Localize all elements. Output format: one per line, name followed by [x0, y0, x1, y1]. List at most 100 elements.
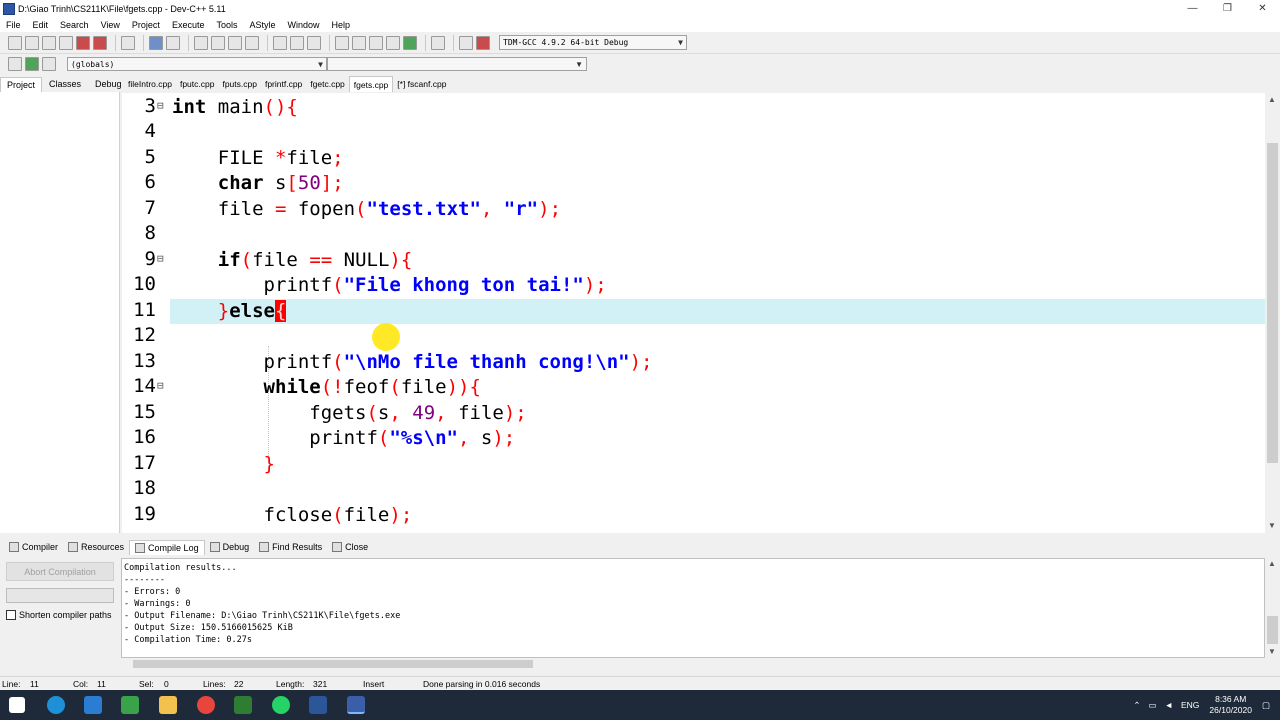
save-icon[interactable]: [42, 35, 56, 50]
file-tab[interactable]: fputs.cpp: [218, 76, 261, 92]
tab-debug-bottom[interactable]: Debug: [205, 540, 255, 554]
toggle-comment-icon[interactable]: [307, 35, 321, 50]
chevron-down-icon: ▼: [575, 60, 583, 69]
scroll-up-icon[interactable]: ▲: [1268, 95, 1276, 104]
stop-icon[interactable]: [431, 35, 445, 50]
tab-compile-log[interactable]: Compile Log: [129, 539, 205, 555]
menu-tools[interactable]: Tools: [210, 20, 243, 30]
tab-project[interactable]: Project: [0, 77, 43, 92]
file-tab[interactable]: fileIntro.cpp: [124, 76, 176, 92]
compile-log-output[interactable]: Compilation results... -------- - Errors: …: [121, 558, 1265, 658]
scroll-down-icon[interactable]: ▼: [1268, 521, 1276, 530]
editor-vertical-scrollbar[interactable]: ▲ ▼: [1265, 93, 1280, 533]
minimize-button[interactable]: —: [1175, 0, 1210, 17]
menu-window[interactable]: Window: [282, 20, 326, 30]
menu-file[interactable]: File: [0, 20, 27, 30]
file-tab[interactable]: fputc.cpp: [176, 76, 219, 92]
tab-find-results[interactable]: Find Results: [254, 540, 327, 554]
toggle-bookmark-icon[interactable]: [25, 57, 39, 71]
line-number: 3: [144, 95, 156, 117]
menu-search[interactable]: Search: [54, 20, 95, 30]
file-explorer-icon[interactable]: [159, 696, 177, 714]
compile-run-icon[interactable]: [369, 35, 383, 50]
scrollbar-thumb[interactable]: [1267, 616, 1278, 644]
chrome-icon[interactable]: [197, 696, 215, 714]
file-tab[interactable]: fprintf.cpp: [261, 76, 306, 92]
menu-edit[interactable]: Edit: [27, 20, 55, 30]
replace-icon[interactable]: [211, 35, 225, 50]
compile-icon[interactable]: [335, 35, 349, 50]
save-all-icon[interactable]: [59, 35, 73, 50]
tab-compiler[interactable]: Compiler: [4, 540, 63, 554]
shorten-paths-option[interactable]: Shorten compiler paths: [6, 610, 112, 620]
mail-icon[interactable]: [84, 696, 102, 714]
code-editor[interactable]: 3 4 5 6 7 8 9 10 11 12 13 14 15 16 17 18…: [122, 93, 1265, 533]
project-browser[interactable]: [0, 92, 120, 533]
network-icon[interactable]: ▭: [1149, 700, 1157, 711]
tab-debug[interactable]: Debug: [88, 76, 129, 92]
scrollbar-thumb[interactable]: [1267, 143, 1278, 463]
menu-project[interactable]: Project: [126, 20, 166, 30]
scope-select[interactable]: (globals) ▼: [67, 57, 327, 71]
log-line: --------: [124, 575, 165, 585]
goto-bookmark-icon[interactable]: [42, 57, 56, 71]
log-horizontal-scrollbar[interactable]: [121, 658, 1265, 670]
tab-resources[interactable]: Resources: [63, 540, 129, 554]
redo-icon[interactable]: [166, 35, 180, 50]
close-window-button[interactable]: ✕: [1245, 0, 1280, 17]
compiler-select[interactable]: TDM-GCC 4.9.2 64-bit Debug ▼: [499, 35, 687, 50]
close-file-icon[interactable]: [76, 35, 90, 50]
check-syntax-icon[interactable]: [403, 35, 417, 50]
log-vertical-scrollbar[interactable]: ▲ ▼: [1265, 558, 1280, 658]
file-tab-active[interactable]: fgets.cpp: [348, 76, 394, 92]
member-select[interactable]: ▼: [327, 57, 587, 71]
scrollbar-thumb[interactable]: [133, 660, 533, 668]
indent-icon[interactable]: [273, 35, 287, 50]
scroll-down-icon[interactable]: ▼: [1268, 647, 1276, 656]
edge-browser-icon[interactable]: [47, 696, 65, 714]
undo-icon[interactable]: [149, 35, 163, 50]
file-tab[interactable]: [*] fscanf.cpp: [393, 76, 450, 92]
chart-icon[interactable]: [459, 35, 473, 50]
shorten-paths-checkbox[interactable]: [6, 610, 16, 620]
unindent-icon[interactable]: [290, 35, 304, 50]
app-icon[interactable]: [121, 696, 139, 714]
volume-icon[interactable]: ◄: [1165, 700, 1173, 710]
print-icon[interactable]: [121, 35, 135, 50]
tab-label: Compile Log: [148, 542, 199, 553]
close-all-icon[interactable]: [93, 35, 107, 50]
devcpp-taskbar-icon[interactable]: [347, 696, 365, 714]
file-tab[interactable]: fgetc.cpp: [306, 76, 349, 92]
clock[interactable]: 8:36 AM 26/10/2020: [1209, 694, 1252, 716]
rebuild-icon[interactable]: [386, 35, 400, 50]
chat-app-icon[interactable]: [272, 696, 290, 714]
tab-close[interactable]: Close: [327, 540, 373, 554]
notifications-icon[interactable]: ▢: [1262, 700, 1270, 711]
run-icon[interactable]: [352, 35, 366, 50]
tray-chevron-up-icon[interactable]: ⌃: [1133, 700, 1140, 711]
fold-collapse-icon[interactable]: ⊟: [157, 379, 164, 392]
language-indicator[interactable]: ENG: [1181, 700, 1199, 710]
find-icon[interactable]: [194, 35, 208, 50]
fold-collapse-icon[interactable]: ⊟: [157, 252, 164, 265]
debug-icon[interactable]: [476, 35, 490, 50]
new-file-icon[interactable]: [8, 35, 22, 50]
word-icon[interactable]: [309, 696, 327, 714]
windows-start-icon[interactable]: [9, 697, 25, 713]
menu-view[interactable]: View: [95, 20, 126, 30]
scroll-up-icon[interactable]: ▲: [1268, 559, 1276, 568]
menu-astyle[interactable]: AStyle: [243, 20, 281, 30]
maximize-button[interactable]: ❐: [1210, 0, 1245, 17]
pycharm-icon[interactable]: [234, 696, 252, 714]
tab-classes[interactable]: Classes: [42, 76, 88, 92]
abort-compilation-button[interactable]: Abort Compilation: [6, 562, 114, 581]
compile-controls: Abort Compilation Shorten compiler paths: [0, 557, 120, 670]
open-file-icon[interactable]: [25, 35, 39, 50]
goto-icon[interactable]: [245, 35, 259, 50]
menu-help[interactable]: Help: [326, 20, 357, 30]
tab-label: Find Results: [272, 542, 323, 552]
goto-line-icon[interactable]: [228, 35, 242, 50]
menu-execute[interactable]: Execute: [166, 20, 211, 30]
insert-icon[interactable]: [8, 57, 22, 71]
fold-collapse-icon[interactable]: ⊟: [157, 99, 164, 112]
